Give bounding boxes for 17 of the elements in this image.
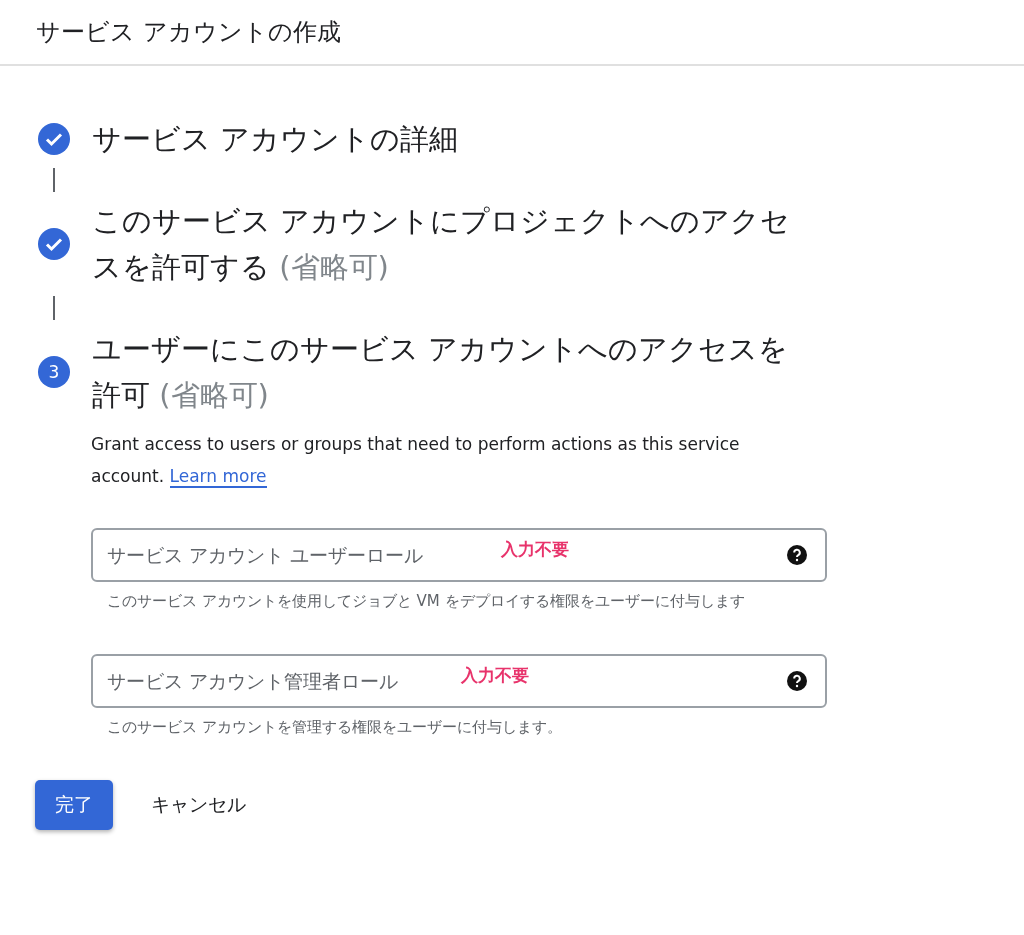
check-circle-icon (38, 123, 70, 155)
helper-text: このサービス アカウントを使用してジョブと VM をデプロイする権限をユーザーに付与します (106, 591, 746, 612)
annotation-note: 入力不要 (501, 538, 569, 561)
step-title: サービス アカウントの詳細 (92, 121, 460, 158)
done-button[interactable]: 完了 (35, 780, 113, 830)
check-circle-icon (38, 228, 70, 260)
learn-more-link[interactable]: Learn more (169, 466, 267, 488)
help-icon[interactable] (787, 545, 807, 565)
step-title: このサービス アカウントにプロジェクトへのアクセスを許可する (省略可) (92, 203, 792, 286)
cancel-button[interactable]: キャンセル (147, 782, 250, 828)
step-number: 3 (38, 356, 70, 388)
helper-text: このサービス アカウントを管理する権限をユーザーに付与します。 (106, 717, 563, 738)
annotation-note: 入力不要 (461, 664, 529, 687)
page-title: サービス アカウントの作成 (36, 17, 341, 48)
step-title: ユーザーにこのサービス アカウントへのアクセスを許可 (省略可) (92, 331, 790, 414)
help-icon[interactable] (787, 671, 807, 691)
description-text: Grant access to users or groups that need to perform actions as this service account. Learn more (91, 433, 741, 490)
